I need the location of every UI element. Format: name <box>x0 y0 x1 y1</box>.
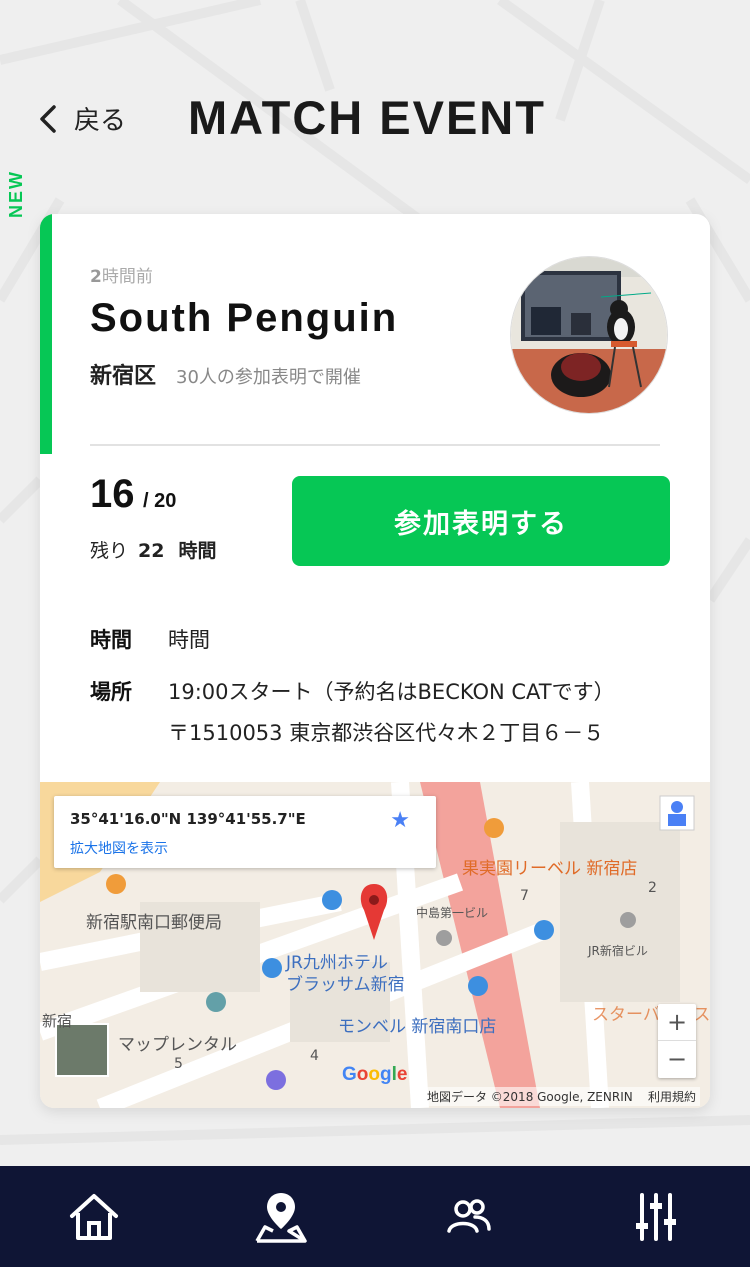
map-label-num-7: 7 <box>520 888 529 904</box>
map-label-num-4: 4 <box>310 1048 319 1064</box>
map-label-shinjuku: 新宿 <box>42 1012 73 1030</box>
embedded-map[interactable]: 35°41'16.0"N 139°41'55.7"E 拡大地図を表示 ★ 果実園… <box>40 782 710 1108</box>
new-badge: NEW <box>6 170 26 218</box>
back-label: 戻る <box>74 106 127 136</box>
people-icon <box>447 1198 491 1233</box>
count-current: 16 <box>90 472 135 516</box>
header: 戻る MATCH EVENT <box>0 86 750 156</box>
map-label-num-5: 5 <box>174 1056 183 1072</box>
event-card: 2時間前 South Penguin 新宿区 30人の参加表明で開催 16 / … <box>40 214 710 1108</box>
posted-suffix: 時間前 <box>101 267 153 287</box>
google-logo: Google <box>342 1064 408 1085</box>
zoom-out-button[interactable]: − <box>658 1041 696 1078</box>
sliders-icon <box>636 1192 677 1241</box>
map-label-hotel: JR九州ホテル ブラッサム新宿 <box>286 953 405 995</box>
map-copyright: 地図データ ©2018 Google, ZENRIN <box>426 1090 633 1104</box>
event-area: 新宿区 <box>90 364 157 389</box>
zoom-control: + − <box>658 1004 696 1078</box>
chevron-left-icon <box>40 104 56 133</box>
map-info-box: 35°41'16.0"N 139°41'55.7"E 拡大地図を表示 ★ <box>54 796 436 868</box>
map-coordinates: 35°41'16.0"N 139°41'55.7"E <box>70 810 306 828</box>
event-name: South Penguin <box>90 296 399 340</box>
area-row: 新宿区 30人の参加表明で開催 <box>90 358 361 390</box>
participant-count: 16 / 20 <box>90 472 176 517</box>
page-title: MATCH EVENT <box>188 91 546 144</box>
place-line-2: 〒1510053 東京都渋谷区代々木２丁目６－５ <box>168 721 605 745</box>
event-avatar <box>510 256 668 414</box>
star-icon[interactable]: ★ <box>390 808 410 833</box>
join-button[interactable]: 参加表明する <box>292 476 670 566</box>
nav-people[interactable] <box>429 1177 509 1257</box>
posted-num: 2 <box>90 267 102 287</box>
map-label-post-office: 新宿駅南口郵便局 <box>86 913 222 933</box>
time-label: 時間 <box>90 628 132 652</box>
zoom-in-button[interactable]: + <box>658 1004 696 1041</box>
divider <box>90 444 660 446</box>
map-label-fruit-shop: 果実園リーベル 新宿店 <box>462 859 638 879</box>
map-label-nakajima: 中島第一ビル <box>416 906 489 920</box>
map-attribution: 地図データ ©2018 Google, ZENRIN 利用規約 <box>422 1087 700 1106</box>
place-line-1: 19:00スタート（予約名はBECKON CATです） <box>168 680 615 704</box>
back-button[interactable]: 戻る <box>36 100 126 137</box>
nav-settings[interactable] <box>616 1177 696 1257</box>
count-total: / 20 <box>142 490 177 512</box>
time-value: 時間 <box>168 628 210 652</box>
posted-time: 2時間前 <box>90 262 153 287</box>
place-label: 場所 <box>90 680 132 704</box>
map-label-num-2: 2 <box>648 880 657 896</box>
nav-map[interactable] <box>241 1177 321 1257</box>
accent-bar <box>40 214 52 454</box>
home-icon <box>69 1193 118 1240</box>
map-label-monbell: モンベル 新宿南口店 <box>338 1017 497 1037</box>
bottom-navigation <box>0 1166 750 1267</box>
remaining-prefix: 残り <box>90 540 129 562</box>
penguin-artwork-image <box>511 257 667 413</box>
nav-home[interactable] <box>54 1177 134 1257</box>
map-terms-link[interactable]: 利用規約 <box>648 1090 696 1104</box>
participants-note: 30人の参加表明で開催 <box>176 367 361 388</box>
map-pin-icon <box>255 1192 307 1243</box>
remaining-value: 22 <box>138 540 165 562</box>
enlarge-map-link[interactable]: 拡大地図を表示 <box>70 838 168 858</box>
remaining-time: 残り 22 時間 <box>90 536 220 563</box>
map-label-maprental: マップレンタル <box>118 1035 237 1055</box>
map-label-jr-building: JR新宿ビル <box>588 944 648 958</box>
remaining-unit: 時間 <box>178 540 217 562</box>
